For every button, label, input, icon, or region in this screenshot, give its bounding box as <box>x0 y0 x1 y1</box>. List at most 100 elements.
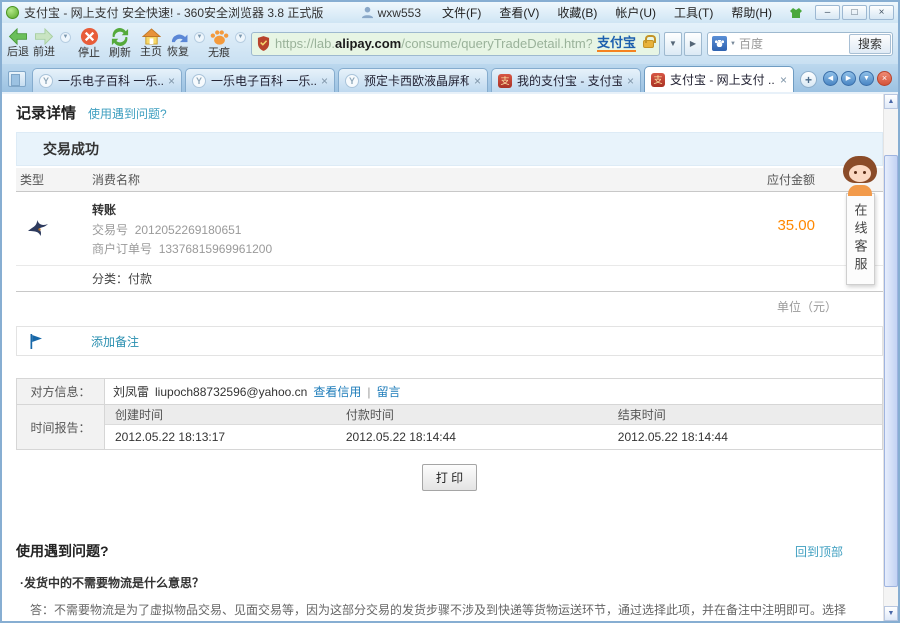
tab-label: 支付宝 - 网上支付 ... <box>670 71 775 88</box>
trade-number: 2012052269180651 <box>135 223 242 237</box>
minimize-button[interactable]: – <box>815 5 840 20</box>
order-number: 13376815969961200 <box>159 242 272 256</box>
close-current-tab-button[interactable]: × <box>877 71 892 86</box>
shirt-icon <box>789 7 803 19</box>
tab-close-icon[interactable]: × <box>321 75 328 87</box>
tab-close-icon[interactable]: × <box>780 74 787 86</box>
trade-number-line: 交易号 2012052269180651 <box>92 221 708 238</box>
page-content: 记录详情 使用遇到问题? 交易成功 类型 消费名称 应付金额 转账 <box>2 92 898 621</box>
home-button[interactable]: 主页 <box>136 28 166 59</box>
restore-button[interactable]: 恢复 <box>167 28 189 59</box>
forward-arrow-icon <box>34 28 54 45</box>
time-report-label: 时间报告： <box>17 405 105 449</box>
lock-icon <box>643 40 654 48</box>
service-avatar <box>840 156 880 196</box>
incognito-button[interactable]: 无痕 <box>208 28 230 60</box>
address-bar[interactable]: https://lab.alipay.com/consume/queryTrad… <box>251 32 660 56</box>
online-service-widget: 在线客服 <box>839 156 881 285</box>
tab-my-alipay[interactable]: 支 我的支付宝 - 支付宝 × <box>491 68 641 92</box>
back-to-top-link[interactable]: 回到顶部 <box>795 543 843 560</box>
back-button[interactable]: 后退 <box>7 28 29 59</box>
time-report-row: 时间报告： 创建时间 付款时间 结束时间 2012.05.22 18:13:17… <box>17 405 882 449</box>
scroll-up-button[interactable]: ▲ <box>884 94 898 109</box>
url-scheme: https://lab. <box>275 36 335 51</box>
url-path: /consume/queryTradeDetail.htm?tradeN <box>401 36 592 51</box>
trade-row: 转账 交易号 2012052269180651 商户订单号 1337681596… <box>16 192 883 266</box>
paid-time: 2012.05.22 18:14:44 <box>346 430 618 444</box>
faq-title: 使用遇到问题? <box>16 541 109 561</box>
category-row: 分类：付款 <box>16 266 883 292</box>
alipay-favicon: 支 <box>651 73 665 87</box>
tab-panel-icon[interactable] <box>8 71 26 87</box>
search-input[interactable] <box>739 37 846 51</box>
link-separator: | <box>367 385 370 399</box>
url-dropdown-button[interactable]: ▼ <box>664 32 682 56</box>
info-table: 对方信息： 刘凤雷 liupoch88732596@yahoo.cn 查看信用 … <box>16 378 883 450</box>
menu-help[interactable]: 帮助(H) <box>722 3 781 22</box>
tab-list-button[interactable]: ▼ <box>859 71 874 86</box>
tab-close-icon[interactable]: × <box>168 75 175 87</box>
tab-alipay-payment-active[interactable]: 支 支付宝 - 网上支付 ... × <box>644 66 794 92</box>
page-title: 记录详情 <box>16 102 76 123</box>
skin-button[interactable] <box>789 7 803 19</box>
time-columns: 创建时间 付款时间 结束时间 <box>105 405 882 425</box>
status-band: 交易成功 <box>16 132 883 166</box>
menu-file[interactable]: 文件(F) <box>433 3 490 22</box>
tab-scroll-left-button[interactable]: ◀ <box>823 71 838 86</box>
search-button[interactable]: 搜索 <box>849 34 891 54</box>
restore-group: 恢复 ▼ <box>167 28 207 59</box>
go-button[interactable]: ▶ <box>684 32 702 56</box>
search-engine-dropdown-icon[interactable]: ▼ <box>730 41 736 47</box>
url-text: https://lab.alipay.com/consume/queryTrad… <box>275 36 592 51</box>
user-name: wxw553 <box>378 6 421 20</box>
tab-scroll-right-button[interactable]: ▶ <box>841 71 856 86</box>
history-dropdown-icon[interactable]: ▼ <box>60 32 71 43</box>
tab-close-icon[interactable]: × <box>474 75 481 87</box>
incognito-label: 无痕 <box>208 47 230 60</box>
type-cell <box>16 201 92 242</box>
swallow-icon <box>26 215 50 239</box>
yile-favicon: Y <box>39 74 53 88</box>
close-button[interactable]: × <box>869 5 894 20</box>
scroll-down-button[interactable]: ▼ <box>884 606 898 621</box>
menu-favorites[interactable]: 收藏(B) <box>548 3 606 22</box>
scrollbar-track[interactable] <box>884 109 898 606</box>
scrollbar-thumb[interactable] <box>884 155 898 587</box>
refresh-button[interactable]: 刷新 <box>105 28 135 60</box>
print-button[interactable]: 打 印 <box>422 464 477 491</box>
home-icon <box>142 28 161 45</box>
add-note-link[interactable]: 添加备注 <box>91 333 139 350</box>
help-link[interactable]: 使用遇到问题? <box>88 105 167 122</box>
menu-view[interactable]: 查看(V) <box>490 3 548 22</box>
menu-account[interactable]: 帐户(U) <box>606 3 665 22</box>
tab-casio[interactable]: Y 预定卡西欧液晶屏和... × <box>338 68 488 92</box>
refresh-label: 刷新 <box>109 47 131 60</box>
incognito-dropdown-icon[interactable]: ▼ <box>235 32 246 43</box>
new-tab-button[interactable]: + <box>800 71 817 88</box>
stop-button[interactable]: 停止 <box>74 27 104 60</box>
note-box: 添加备注 <box>16 326 883 356</box>
avatar-body <box>848 185 872 196</box>
browser-logo-icon <box>6 6 19 19</box>
tab-yile-2[interactable]: Y 一乐电子百科 一乐... × <box>185 68 335 92</box>
url-domain: alipay.com <box>335 36 401 51</box>
restore-dropdown-icon[interactable]: ▼ <box>194 32 205 43</box>
party-email: liupoch88732596@yahoo.cn <box>155 385 307 399</box>
leave-message-link[interactable]: 留言 <box>376 383 400 400</box>
check-credit-link[interactable]: 查看信用 <box>313 383 361 400</box>
account-button[interactable]: wxw553 <box>361 6 421 20</box>
tab-yile-1[interactable]: Y 一乐电子百科 一乐... × <box>32 68 182 92</box>
security-shield-icon <box>257 36 270 51</box>
category-text: 分类：付款 <box>92 270 152 287</box>
order-number-label: 商户订单号 <box>92 242 152 256</box>
menu-tools[interactable]: 工具(T) <box>665 3 722 22</box>
print-row: 打 印 <box>16 464 883 491</box>
flag-icon <box>29 334 43 349</box>
yile-favicon: Y <box>345 74 359 88</box>
stop-icon <box>80 27 99 46</box>
maximize-button[interactable]: □ <box>842 5 867 20</box>
search-engine-icon[interactable] <box>712 36 727 51</box>
online-service-tab[interactable]: 在线客服 <box>846 193 875 285</box>
forward-button[interactable]: 前进 <box>33 28 55 59</box>
tab-close-icon[interactable]: × <box>627 75 634 87</box>
